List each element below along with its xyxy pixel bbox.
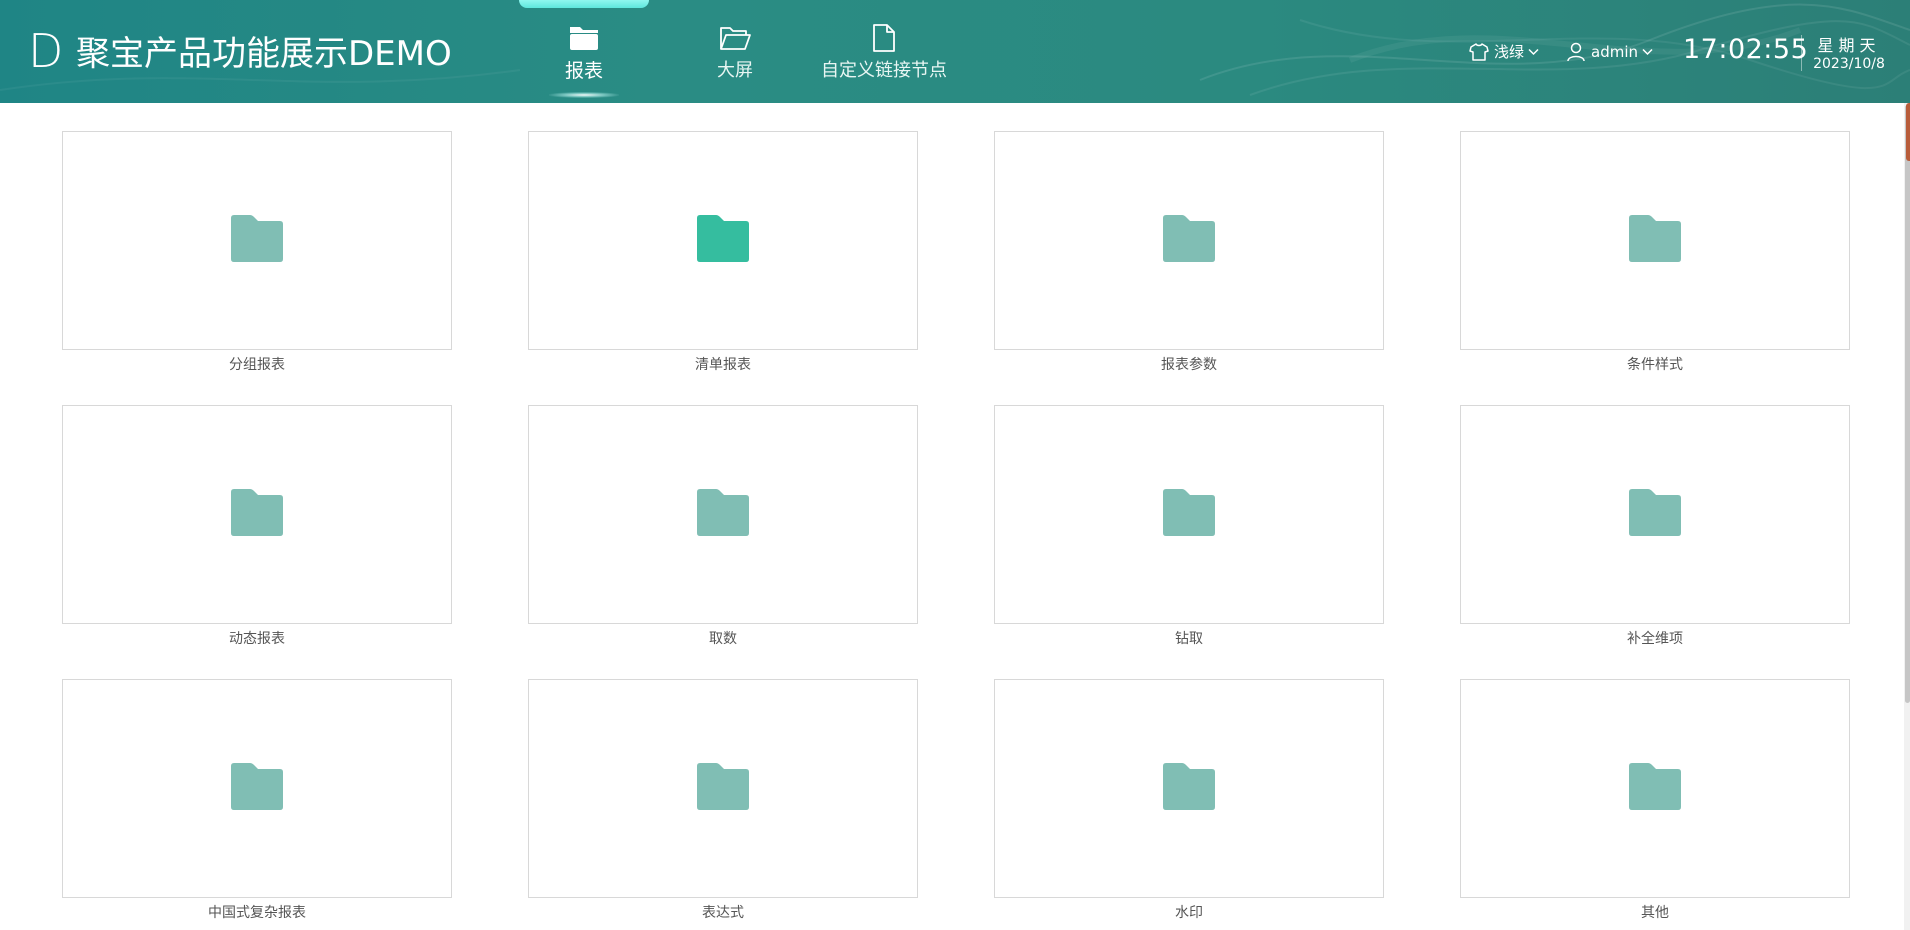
folder-label: 水印 [1175,905,1203,921]
folder-icon [1160,488,1218,542]
folder-thumbnail[interactable] [528,131,918,350]
folder-card[interactable]: 水印 [994,679,1384,922]
scrollbar-thumb[interactable] [1905,105,1910,703]
app-page: D 聚宝产品功能展示DEMO 报表 大屏 自定义链接节点 浅绿 admin 17… [0,0,1910,930]
tab-reports-label: 报表 [564,60,603,82]
folder-icon [1626,762,1684,816]
folder-thumbnail[interactable] [994,679,1384,898]
folder-card[interactable]: 表达式 [528,679,918,922]
folder-grid: 分组报表 清单报表 报表参数 条件样式动态报表 取数 钻取 补全维项中国式复杂报表 表达式 水印… [0,103,1904,930]
tab-bigscreen-label: 大屏 [717,60,753,81]
folder-thumbnail[interactable] [1460,131,1850,350]
folder-label: 动态报表 [229,631,285,647]
date-label: 2023/10/8 [1813,56,1885,72]
folder-label: 补全维项 [1627,631,1683,647]
folder-icon [1160,214,1218,268]
header-divider [1801,35,1802,71]
folder-icon [1160,762,1218,816]
user-icon [1565,41,1587,63]
document-icon [867,22,901,54]
chevron-down-icon [1641,46,1653,58]
folder-label: 报表参数 [1161,357,1217,373]
folder-filled-icon [567,22,601,54]
clock-time: 17:02:55 [1683,34,1809,65]
folder-icon [228,214,286,268]
folder-label: 分组报表 [229,357,285,373]
folder-thumbnail[interactable] [62,405,452,624]
side-panel-handle[interactable] [1906,103,1910,161]
folder-icon [694,488,752,542]
folder-label: 清单报表 [695,357,751,373]
tab-bigscreen[interactable]: 大屏 [675,0,795,100]
app-logo-letter: D [28,24,64,78]
chevron-down-icon [1527,46,1539,58]
folder-icon [228,488,286,542]
folder-icon [1626,488,1684,542]
folder-card[interactable]: 中国式复杂报表 [62,679,452,922]
folder-card[interactable]: 补全维项 [1460,405,1850,648]
folder-icon [694,214,752,268]
username: admin [1591,42,1638,61]
folder-card[interactable]: 报表参数 [994,131,1384,374]
folder-label: 钻取 [1175,631,1203,647]
folder-open-icon [718,22,752,54]
folder-thumbnail[interactable] [1460,679,1850,898]
folder-label: 条件样式 [1627,357,1683,373]
app-title: 聚宝产品功能展示DEMO [76,34,452,74]
folder-thumbnail[interactable] [62,131,452,350]
folder-thumbnail[interactable] [994,405,1384,624]
folder-icon [228,762,286,816]
tab-reports[interactable]: 报表 [518,0,650,100]
folder-label: 表达式 [702,905,744,921]
tab-custom-link[interactable]: 自定义链接节点 [812,0,956,100]
folder-thumbnail[interactable] [528,405,918,624]
folder-card[interactable]: 清单报表 [528,131,918,374]
top-header: D 聚宝产品功能展示DEMO 报表 大屏 自定义链接节点 浅绿 admin 17… [0,0,1910,103]
folder-card[interactable]: 分组报表 [62,131,452,374]
folder-label: 取数 [709,631,737,647]
folder-card[interactable]: 条件样式 [1460,131,1850,374]
weekday-label: 星期天 [1817,36,1881,55]
folder-card[interactable]: 动态报表 [62,405,452,648]
theme-label: 浅绿 [1494,43,1525,61]
folder-card[interactable]: 其他 [1460,679,1850,922]
folder-thumbnail[interactable] [62,679,452,898]
folder-label: 其他 [1641,905,1669,921]
folder-thumbnail[interactable] [1460,405,1850,624]
vertical-scrollbar[interactable] [1904,103,1910,930]
theme-switcher[interactable]: 浅绿 [1468,0,1539,103]
active-tab-glow [549,92,619,98]
shirt-icon [1468,41,1490,63]
folder-icon [1626,214,1684,268]
tab-custom-link-label: 自定义链接节点 [821,60,947,81]
user-menu[interactable]: admin [1565,0,1653,103]
folder-thumbnail[interactable] [994,131,1384,350]
folder-card[interactable]: 钻取 [994,405,1384,648]
folder-icon [694,762,752,816]
folder-card[interactable]: 取数 [528,405,918,648]
folder-label: 中国式复杂报表 [208,905,306,921]
folder-thumbnail[interactable] [528,679,918,898]
